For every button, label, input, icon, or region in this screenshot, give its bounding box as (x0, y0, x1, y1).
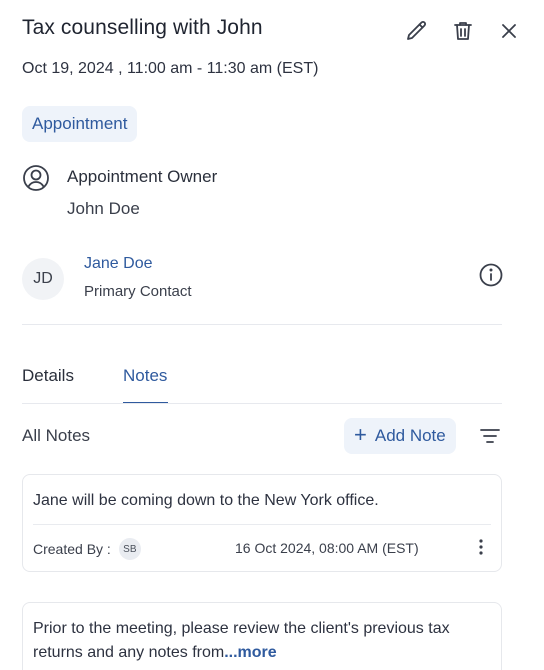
edit-button[interactable] (404, 18, 430, 44)
section-divider (22, 324, 502, 325)
info-icon[interactable] (478, 262, 504, 288)
contact-name-link[interactable]: Jane Doe (84, 255, 153, 273)
filter-icon[interactable] (478, 424, 502, 448)
tab-bar: Details Notes (22, 366, 502, 404)
user-circle-icon (23, 165, 49, 191)
tab-divider (22, 403, 502, 404)
delete-button[interactable] (450, 18, 476, 44)
appointment-header: Tax counselling with John Oct 19, 2024 ,… (22, 16, 532, 86)
close-button[interactable] (496, 18, 522, 44)
primary-contact: JD Jane Doe Primary Contact (22, 252, 504, 304)
contact-role: Primary Contact (84, 283, 192, 300)
note-meta: Created By : SB (33, 538, 141, 560)
appointment-datetime: Oct 19, 2024 , 11:00 am - 11:30 am (EST) (22, 60, 319, 77)
owner-label: Appointment Owner (67, 167, 218, 186)
avatar: JD (22, 258, 64, 300)
tab-details[interactable]: Details (22, 366, 74, 404)
read-more-link[interactable]: ...more (224, 644, 276, 661)
more-options-icon[interactable] (477, 537, 485, 557)
header-actions (404, 18, 522, 44)
add-note-label: Add Note (374, 426, 446, 445)
created-by-label: Created By : (33, 541, 111, 557)
add-note-button[interactable]: + Add Note (344, 418, 456, 454)
notes-header: All Notes + Add Note (22, 418, 502, 454)
edit-icon (407, 21, 426, 40)
page-title: Tax counselling with John (22, 16, 263, 39)
trash-icon (454, 22, 472, 40)
note-date: 16 Oct 2024, 08:00 AM (EST) (235, 540, 419, 556)
notes-section-title: All Notes (22, 426, 91, 445)
note-text: Prior to the meeting, please review the … (33, 617, 491, 665)
note-text: Jane will be coming down to the New York… (33, 492, 379, 509)
owner-name: John Doe (67, 199, 140, 218)
note-card: Prior to the meeting, please review the … (22, 602, 502, 670)
note-divider (33, 524, 491, 525)
tab-notes[interactable]: Notes (123, 366, 169, 404)
close-icon (502, 24, 516, 38)
appointment-type-badge: Appointment (22, 106, 138, 142)
plus-icon: + (354, 422, 367, 447)
note-card: Jane will be coming down to the New York… (22, 474, 502, 572)
avatar: SB (118, 538, 141, 560)
